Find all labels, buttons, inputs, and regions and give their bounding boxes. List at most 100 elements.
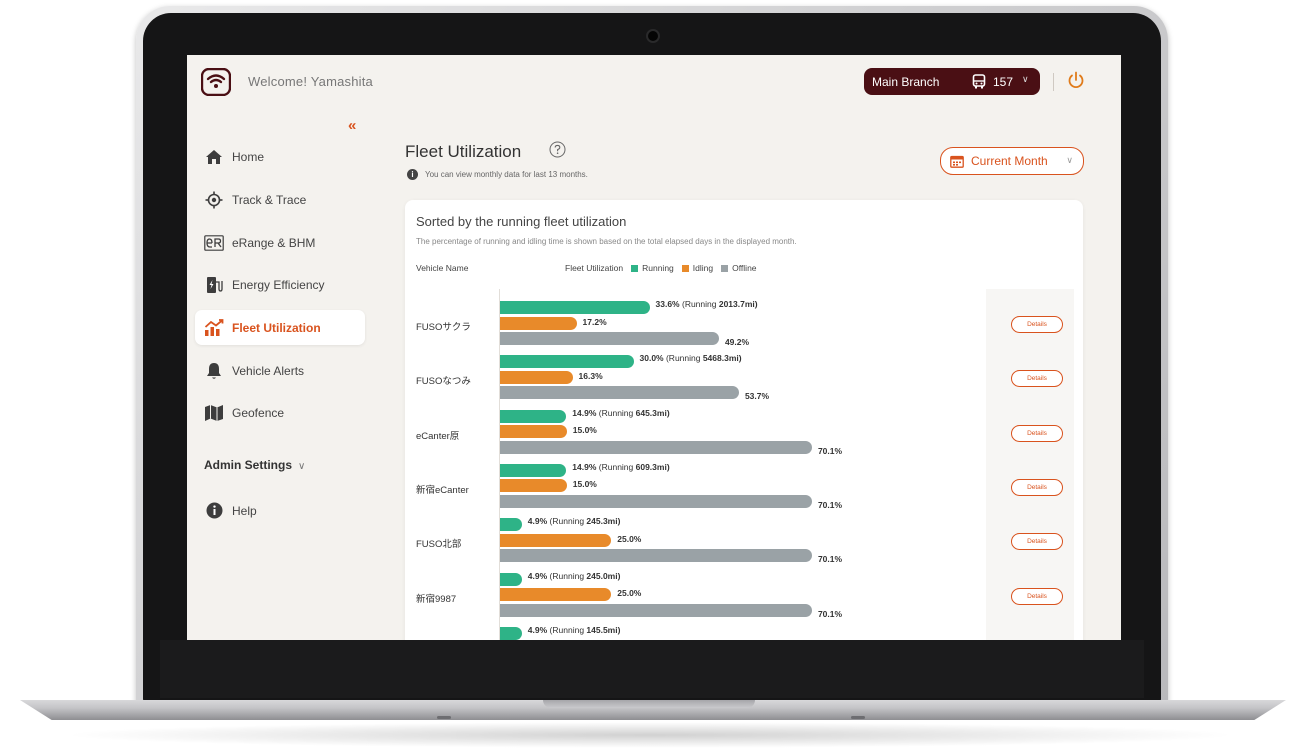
bar-running: [500, 301, 650, 314]
details-button[interactable]: Details: [1011, 370, 1063, 388]
legend-swatch-idling: [681, 264, 689, 272]
bar-label-offline: 70.1%: [817, 445, 843, 456]
info-text: You can view monthly data for last 13 mo…: [425, 170, 588, 179]
legend-idling: Idling: [692, 263, 714, 273]
sidebar-item-label: Track & Trace: [232, 192, 307, 207]
bar-running: [500, 409, 567, 423]
sidebar-item-label: Energy Efficiency: [232, 277, 325, 292]
laptop-foot: [851, 716, 865, 719]
sidebar-item-help[interactable]: Help: [195, 493, 365, 528]
sidebar-item-label: Home: [232, 149, 265, 164]
bar-label-offline: 70.1%: [817, 608, 843, 619]
bar-label-running: 14.9% (Running 609.3mi): [572, 461, 670, 472]
bar-idling: [500, 479, 567, 493]
map-icon: [204, 404, 224, 422]
location-target-icon: [204, 191, 224, 209]
details-button[interactable]: Details: [1011, 316, 1063, 333]
bar-idling: [500, 370, 573, 384]
charging-station-icon: [204, 276, 224, 294]
bar-offline: [500, 440, 812, 454]
bar-label-offline: 49.2%: [724, 337, 750, 347]
bar-label-idling: 25.0%: [617, 533, 642, 544]
bar-label-running: 30.0% (Running 5468.3mi): [639, 353, 742, 364]
bar-label-idling: 15.0%: [572, 425, 597, 436]
admin-settings-toggle[interactable]: Admin Settings ∨: [204, 458, 305, 472]
sidebar-item-label: eRange & BHM: [232, 235, 316, 250]
app-screen: Welcome! Yamashita Main Branch 157 ∨ « H…: [187, 55, 1121, 640]
laptop-bezel-chin: [160, 640, 1144, 698]
bar-offline: [500, 549, 812, 563]
welcome-text: Welcome! Yamashita: [248, 74, 373, 89]
app-logo-icon: [201, 68, 231, 96]
vehicle-count: 157: [993, 75, 1014, 89]
page-title: Fleet Utilization: [405, 142, 522, 161]
chevron-down-icon: ∨: [298, 461, 306, 472]
legend-running: Running: [642, 263, 674, 273]
period-select[interactable]: Current Month ∨: [940, 147, 1084, 175]
webcam: [648, 31, 658, 41]
bar-label-idling: 16.3%: [578, 370, 603, 381]
vehicle-name: FUSO北部: [416, 539, 462, 551]
bar-label-running: 4.9% (Running 145.5mi): [527, 624, 621, 635]
sidebar-item-fleet-utilization[interactable]: Fleet Utilization: [195, 310, 365, 345]
bar-running: [500, 463, 567, 477]
chart-trend-icon: [204, 318, 224, 337]
vehicle-name: FUSOなつみ: [416, 376, 471, 388]
fleet-utilization-header-label: Fleet Utilization: [565, 263, 624, 273]
bar-offline: [500, 494, 812, 508]
bar-idling: [500, 425, 567, 439]
sidebar-item-geofence[interactable]: Geofence: [195, 395, 365, 430]
sidebar-item-vehicle-alerts[interactable]: Vehicle Alerts: [195, 353, 365, 388]
branch-selector[interactable]: Main Branch 157 ∨: [864, 68, 1040, 95]
bar-label-offline: 70.1%: [817, 499, 843, 510]
bar-label-idling: 25.0%: [617, 588, 642, 598]
bar-running: [500, 572, 522, 586]
bar-label-offline: 70.1%: [817, 554, 843, 565]
utilization-card: Sorted by the running fleet utilization …: [405, 200, 1083, 640]
details-button[interactable]: Details: [1011, 587, 1063, 605]
laptop-base-notch: [543, 700, 755, 708]
sidebar-item-track-trace[interactable]: Track & Trace: [195, 182, 365, 217]
info-icon: [204, 502, 224, 520]
bar-idling: [500, 316, 577, 330]
legend-swatch-running: [631, 264, 639, 272]
sidebar-item-home[interactable]: Home: [195, 139, 365, 174]
divider: [1053, 73, 1054, 91]
vehicle-name: eCanter原: [416, 430, 460, 442]
sidebar-item-label: Help: [232, 503, 257, 518]
legend-offline: Offline: [732, 263, 757, 273]
sidebar-item-erange-bhm[interactable]: eRange & BHM: [195, 225, 365, 260]
vehicle-name: 新宿eCanter: [416, 484, 469, 496]
sidebar-item-label: Fleet Utilization: [232, 320, 321, 335]
column-header-vehicle-name: Vehicle Name: [416, 263, 469, 273]
info-icon: i: [407, 169, 418, 180]
branch-name: Main Branch: [872, 74, 940, 89]
column-header-fleet-utilization: Fleet Utilization Running Idling Offline: [565, 263, 757, 273]
bar-running: [500, 518, 522, 532]
home-icon: [204, 148, 224, 166]
erange-icon: [204, 234, 224, 252]
details-button[interactable]: Details: [1011, 424, 1063, 442]
details-button[interactable]: Details: [1011, 478, 1063, 496]
collapse-sidebar-icon[interactable]: «: [348, 117, 356, 134]
bar-label-idling: 17.2%: [582, 316, 607, 327]
legend-swatch-offline: [721, 264, 729, 272]
laptop-shadow: [60, 722, 1240, 748]
top-bar: Welcome! Yamashita Main Branch 157 ∨: [187, 55, 1121, 110]
bell-icon: [204, 362, 224, 380]
details-button[interactable]: Details: [1011, 533, 1063, 551]
sidebar-item-energy-efficiency[interactable]: Energy Efficiency: [195, 267, 365, 302]
bar-label-running: 4.9% (Running 245.3mi): [527, 516, 621, 527]
bar-offline: [500, 332, 719, 345]
vehicle-name: FUSOサクラ: [416, 322, 471, 333]
power-icon[interactable]: [1066, 70, 1086, 90]
bar-idling: [500, 588, 612, 601]
calendar-icon: [950, 155, 964, 168]
help-question-icon[interactable]: [549, 141, 566, 158]
bar-offline: [500, 603, 812, 617]
chevron-down-icon: ∨: [1022, 74, 1029, 84]
card-subtitle: The percentage of running and idling tim…: [416, 237, 797, 246]
bar-offline: [500, 386, 739, 400]
bar-label-running: 33.6% (Running 2013.7mi): [655, 299, 758, 309]
bar-label-idling: 15.0%: [572, 479, 597, 490]
